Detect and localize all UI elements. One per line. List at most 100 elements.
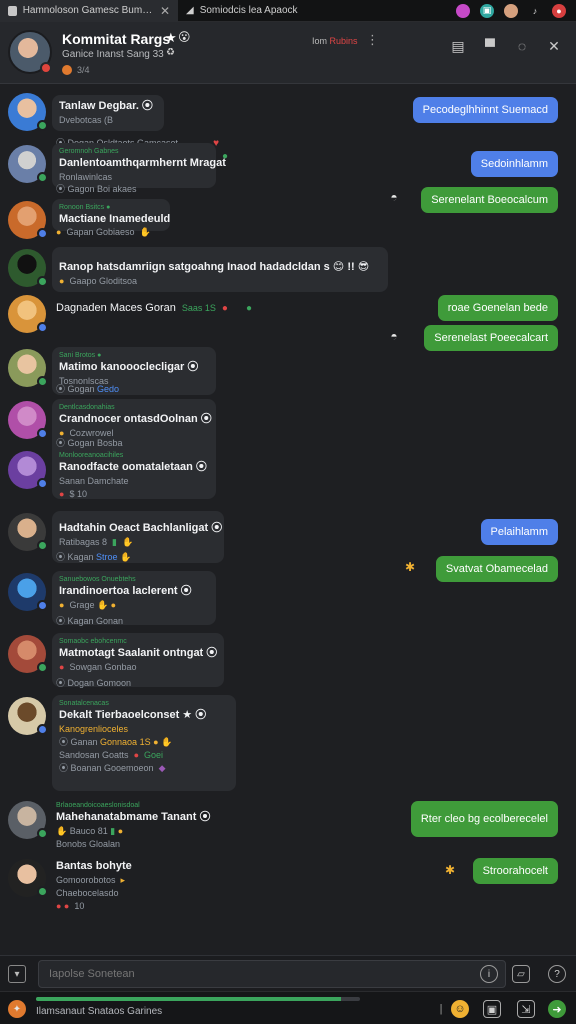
message-meta: ● Gaapo Gloditsoa	[59, 275, 381, 288]
emoji-icon: ◆	[158, 763, 166, 773]
meta-text: Gapan Gobiaeso	[66, 227, 135, 237]
outgoing-message[interactable]: Rter cleo bg ecolberecelel	[410, 801, 558, 837]
send-button[interactable]: ➜	[548, 1000, 566, 1018]
outgoing-message[interactable]: Serenelant Boeocalcum	[421, 187, 558, 213]
message-content[interactable]: Monlooreanoacihiles Ranodfacte oomatalet…	[59, 451, 207, 501]
notification-icon[interactable]: ●	[552, 3, 566, 18]
meta-text: Gaapo Gloditsoa	[69, 276, 137, 286]
outgoing-message[interactable]: Pelaihlamm	[480, 519, 558, 545]
message-list[interactable]: Tanlaw Degbar. ⦿ Dvebotcas (B ⦿ Dogan Os…	[0, 85, 576, 955]
bell-icon[interactable]: ♪	[528, 4, 542, 18]
outgoing-message[interactable]: roae Goenelan bede	[437, 295, 558, 321]
message-meta: ● ● 10	[56, 900, 132, 913]
message-content[interactable]: Bantas bohyte Gomoorobotos ▸ Chaebocelasd…	[56, 859, 132, 913]
online-badge	[37, 886, 48, 897]
tab-active[interactable]: Hamnoloson Gamesc Bumnsasus ✕	[0, 0, 178, 22]
app-logo-icon[interactable]: ✦	[8, 1000, 26, 1018]
message-bubble[interactable]: Sonatalcenacas Dekalt Tierbaoelconset ★ …	[52, 695, 236, 791]
outgoing-message[interactable]: Pecodeglhhinnt Suemacd	[412, 97, 558, 123]
message-text: Matmotagt Saalanit ontngat ⦿	[59, 647, 218, 659]
reaction-icon[interactable]: ●	[222, 303, 228, 314]
outgoing-message[interactable]: Svatvat Obamecelad	[435, 556, 558, 582]
attach-icon[interactable]: ▱	[512, 965, 530, 983]
archive-icon[interactable]: ▤	[450, 38, 466, 54]
meta-text: Ratibagas 8	[59, 537, 108, 547]
share-icon[interactable]: ⇲	[517, 1000, 535, 1018]
meta-text: Dvebotcas (B	[59, 115, 114, 125]
sender-name: Sanuebowos Onuebtehs	[59, 576, 136, 583]
info-icon[interactable]: i	[480, 965, 498, 983]
status-value: Rubins	[329, 36, 358, 46]
meta-text: ⦿ Gogan Bosba	[56, 438, 123, 448]
message-meta: ⦿ Gogan Gedo	[56, 383, 119, 396]
verified-badge	[37, 600, 48, 611]
chat-subtitle: Ganice Inanst Sang 33	[62, 49, 164, 60]
extension-icon[interactable]	[456, 3, 470, 18]
message-text: Pelaihlamm	[490, 526, 548, 538]
message-bubble[interactable]: Ranop hatsdamriign satgoahng Inaod hadad…	[52, 247, 388, 292]
bottom-status-bar: ✦ Ilamsanaut Snataos Garines | ☺ ▣ ⇲ ➜	[0, 991, 576, 1024]
message-meta: ⦿ Kagan Stroe ✋	[56, 551, 131, 564]
meta-text: Kanogrenlioceles	[59, 724, 129, 734]
outgoing-message[interactable]: Sedoinhlamm	[470, 151, 558, 177]
message-meta: ⦿ Kagan Gonan	[56, 615, 123, 628]
message-inline[interactable]: Dagnaden Maces Goran Saas 1S ● ●	[56, 301, 252, 316]
status-label: Iom Rubins	[312, 36, 358, 46]
emoji-icon: ●	[59, 662, 65, 672]
translate-icon[interactable]: ▣	[480, 3, 494, 18]
emoji-icon[interactable]: ☺	[451, 1000, 469, 1018]
message-bubble[interactable]: Tanlaw Degbar. ⦿ Dvebotcas (B	[52, 95, 164, 131]
meta-text: $ 10	[69, 489, 87, 499]
meta-text: ⦿ Gagon Boi akaes	[56, 184, 137, 194]
star-icon[interactable]: ★	[165, 30, 177, 46]
close-icon[interactable]: ✕	[160, 4, 170, 18]
profile-avatar[interactable]	[504, 3, 518, 18]
message-bubble[interactable]: Geromnoh Gabnes Danlentoamthqarmhernt Mr…	[52, 143, 226, 188]
emoji-icon: ●	[56, 227, 62, 237]
divider-icon: |	[439, 1003, 443, 1015]
chat-title[interactable]: Kommitat Rargs	[62, 31, 170, 47]
tabbar-actions: ▣ ♪ ●	[456, 3, 576, 18]
member-count: 3/4	[62, 65, 90, 75]
chevron-down-icon[interactable]: ▾	[8, 965, 26, 983]
page-icon	[8, 5, 17, 16]
verified-badge	[37, 428, 48, 439]
search-icon[interactable]: ◌	[514, 38, 530, 54]
message-text: Rter cleo bg ecolberecelel	[420, 813, 548, 825]
outgoing-message[interactable]: Serenelast Poeecalcart	[424, 325, 558, 351]
emoji-icon: ● ●	[56, 901, 70, 911]
message-text: Danlentoamthqarmhernt Mragat	[59, 157, 226, 169]
sender-name: Sani Brotos ●	[59, 352, 102, 359]
meta-text: ⦿ Dogan Gomoon	[56, 678, 132, 688]
reaction-icon[interactable]: ●	[246, 303, 252, 314]
message-text: Crandnocer ontasdOolnan ⦿	[59, 413, 212, 425]
message-meta: ⦿ Dogan Gomoon	[56, 677, 131, 690]
verified-badge	[37, 322, 48, 333]
outgoing-message[interactable]: Stroorahocelt	[472, 858, 558, 884]
seen-avatar-icon: ◓	[390, 190, 398, 204]
reaction-icon[interactable]: ●	[222, 151, 228, 162]
message-input[interactable]	[38, 960, 506, 988]
tab-inactive[interactable]: ◢ Somiodcis lea Apaock	[178, 0, 306, 22]
recycle-icon: ♻	[166, 47, 175, 58]
chat-header: Kommitat Rargs ★ 😮 Ganice Inanst Sang 33…	[0, 22, 576, 84]
header-toolbar: ▤ ▀ ◌ ✕	[450, 38, 562, 55]
status-badge	[40, 62, 52, 74]
verified-badge	[37, 228, 48, 239]
close-icon[interactable]: ✕	[546, 38, 562, 54]
message-meta: ● Grage ✋ ●	[59, 599, 209, 612]
more-vertical-icon[interactable]: ⋮	[366, 32, 379, 48]
emoji-picker-icon[interactable]: ?	[548, 965, 566, 983]
emoji-icon: ▮	[112, 537, 117, 547]
meta-text: Chaebocelasdo	[56, 888, 119, 898]
pin-icon[interactable]: ▀	[482, 38, 498, 54]
message-meta: ⦿ Gogan Bosba	[56, 437, 123, 450]
message-meta: ● Gapan Gobiaeso ✋	[56, 226, 151, 239]
message-meta: ⦿ Boanan Gooemoeon ◆	[59, 762, 229, 775]
image-icon[interactable]: ▣	[483, 1000, 501, 1018]
message-meta: Bonobs Gloalan	[56, 838, 210, 851]
message-content[interactable]: Brlaoeandoicoaeslonisdoal Mahehanatabmam…	[56, 801, 210, 851]
meta-text: Grage ✋ ●	[69, 600, 117, 610]
message-meta: Sandosan Goatts ● Goei	[59, 749, 229, 762]
browser-tab-bar: Hamnoloson Gamesc Bumnsasus ✕ ◢ Somiodci…	[0, 0, 576, 22]
